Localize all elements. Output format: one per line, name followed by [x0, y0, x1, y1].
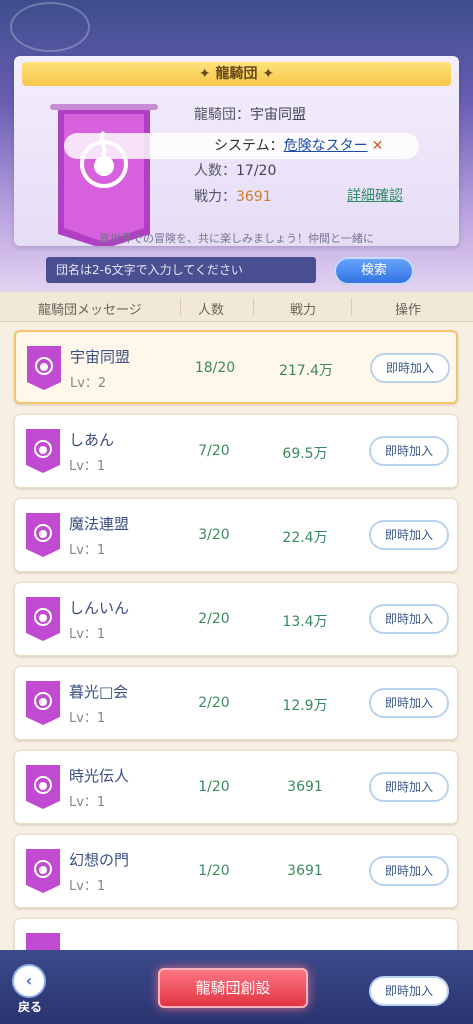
- guild-members: 2/20: [198, 695, 230, 711]
- join-button[interactable]: 即時加入: [369, 688, 449, 718]
- guild-row[interactable]: 時光伝人 Lv：1 1/20 3691 即時加入: [14, 750, 458, 824]
- guild-banner-icon: [26, 849, 60, 893]
- guild-members: 2/20: [198, 611, 230, 627]
- join-button[interactable]: 即時加入: [370, 353, 450, 383]
- header-divider: [180, 298, 181, 316]
- create-guild-button[interactable]: 龍騎団創設: [158, 968, 308, 1008]
- detail-link[interactable]: 詳細確認: [347, 185, 403, 205]
- guild-members-label: 人数：: [194, 163, 236, 179]
- join-button[interactable]: 即時加入: [369, 604, 449, 634]
- header-divider: [253, 298, 254, 316]
- toast-link[interactable]: 危険なスター: [284, 138, 368, 154]
- guild-members: 7/20: [198, 443, 230, 459]
- guild-name: 時光伝人: [69, 767, 130, 785]
- guild-banner-icon: [26, 429, 60, 473]
- guild-power: 12.9万: [282, 698, 328, 714]
- guild-members: 1/20: [198, 779, 230, 795]
- guild-list-panel: 龍騎団メッセージ 人数 戦力 操作 宇宙同盟 Lv：2 18/20 217.4万…: [0, 292, 473, 977]
- list-header: 龍騎団メッセージ 人数 戦力 操作: [0, 292, 473, 322]
- guild-row[interactable]: 魔法連盟 Lv：1 3/20 22.4万 即時加入: [14, 498, 458, 572]
- guild-members-value: 17/20: [236, 163, 277, 179]
- guild-level: Lv：1: [69, 879, 106, 894]
- guild-row[interactable]: 幻想の門 Lv：1 1/20 3691 即時加入: [14, 834, 458, 908]
- guild-level: Lv：1: [69, 459, 106, 474]
- guild-banner-icon: [26, 513, 60, 557]
- guild-power: 22.4万: [282, 530, 328, 546]
- toast-prefix: システム：: [214, 138, 284, 154]
- header-members: 人数: [198, 303, 225, 318]
- close-icon[interactable]: ✕: [372, 138, 384, 154]
- guild-power-label: 戦力：: [194, 189, 236, 205]
- guild-name-row: 龍騎団：宇宙同盟: [194, 104, 306, 124]
- guild-members: 3/20: [198, 527, 230, 543]
- guild-banner-icon: [50, 104, 158, 246]
- guild-name-label: 龍騎団：: [194, 107, 250, 123]
- guild-power: 69.5万: [282, 446, 328, 462]
- guild-description: 異世界での冒険を、共に楽しみましょう！仲間と一緒に: [99, 232, 374, 245]
- header-action: 操作: [395, 303, 422, 318]
- back-button-label[interactable]: 戻る: [18, 998, 42, 1015]
- join-button[interactable]: 即時加入: [369, 436, 449, 466]
- guild-banner-icon: [27, 346, 61, 390]
- guild-info-title: ✦ 龍騎団 ✦: [22, 62, 451, 86]
- guild-row[interactable]: 宇宙同盟 Lv：2 18/20 217.4万 即時加入: [14, 330, 458, 404]
- join-button[interactable]: 即時加入: [369, 976, 449, 1006]
- guild-name-value: 宇宙同盟: [250, 107, 306, 123]
- header-divider: [351, 298, 352, 316]
- guild-level: Lv：1: [69, 627, 106, 642]
- back-icon[interactable]: ‹: [12, 964, 46, 998]
- guild-power: 3691: [287, 779, 323, 795]
- join-button[interactable]: 即時加入: [369, 772, 449, 802]
- guild-name: 魔法連盟: [69, 515, 130, 533]
- guild-name: しんいん: [69, 599, 130, 617]
- guild-search-input[interactable]: 団名は2-6文字で入力してください: [46, 257, 316, 283]
- guild-members: 1/20: [198, 863, 230, 879]
- guild-info-title-text: 龍騎団: [215, 66, 258, 82]
- guild-name: 暮光□会: [69, 683, 129, 701]
- header-power: 戦力: [290, 303, 317, 318]
- guild-banner-icon: [26, 681, 60, 725]
- join-button[interactable]: 即時加入: [369, 856, 449, 886]
- guild-banner-icon: [26, 597, 60, 641]
- header-message: 龍騎団メッセージ: [38, 303, 142, 318]
- join-button[interactable]: 即時加入: [369, 520, 449, 550]
- guild-row[interactable]: しんいん Lv：1 2/20 13.4万 即時加入: [14, 582, 458, 656]
- guild-power: 3691: [287, 863, 323, 879]
- guild-info-card: ✦ 龍騎団 ✦ 龍騎団：宇宙同盟 人数：17/20 戦力：3691 詳細確認 シ…: [14, 56, 459, 246]
- guild-level: Lv：2: [70, 376, 107, 391]
- search-button[interactable]: 検索: [334, 257, 414, 285]
- guild-power-row: 戦力：3691: [194, 186, 272, 206]
- guild-level: Lv：1: [69, 795, 106, 810]
- guild-members-row: 人数：17/20: [194, 160, 276, 180]
- guild-power: 13.4万: [282, 614, 328, 630]
- guild-row[interactable]: しあん Lv：1 7/20 69.5万 即時加入: [14, 414, 458, 488]
- guild-name: しあん: [69, 431, 115, 449]
- guild-power: 217.4万: [278, 363, 334, 379]
- guild-members: 18/20: [194, 360, 236, 376]
- guild-banner-icon: [26, 765, 60, 809]
- decoration-swirl: [10, 2, 90, 52]
- guild-name: 宇宙同盟: [70, 348, 131, 366]
- system-toast: システム：危険なスター ✕: [64, 133, 419, 159]
- guild-power-value: 3691: [236, 189, 272, 205]
- guild-level: Lv：1: [69, 711, 106, 726]
- guild-level: Lv：1: [69, 543, 106, 558]
- guild-name: 幻想の門: [69, 851, 130, 869]
- guild-row[interactable]: 暮光□会 Lv：1 2/20 12.9万 即時加入: [14, 666, 458, 740]
